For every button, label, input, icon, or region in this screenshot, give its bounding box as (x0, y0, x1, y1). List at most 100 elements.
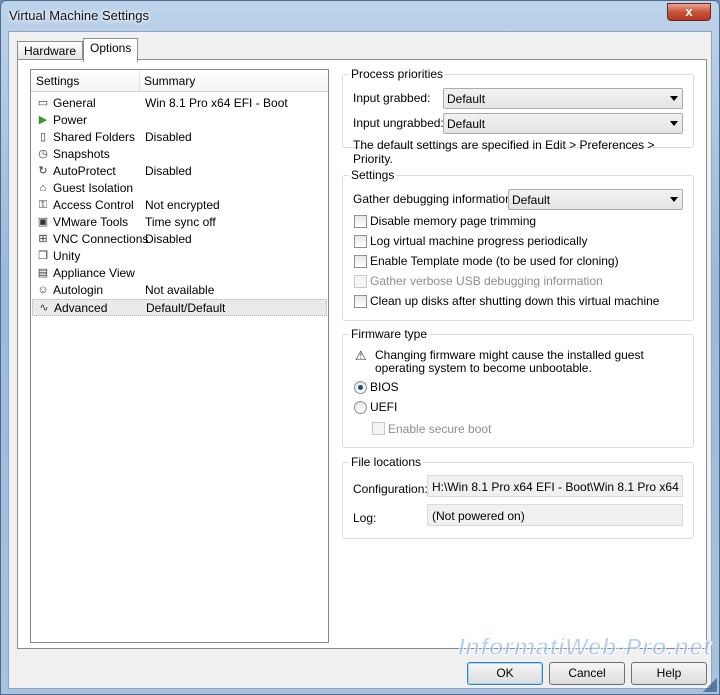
group-title: Firmware type (349, 327, 430, 341)
log-label: Log: (353, 511, 377, 525)
gather-debug-value: Default (512, 193, 551, 207)
settings-list-item-name: Unity (53, 249, 81, 263)
gather-debug-select[interactable]: Default (508, 189, 683, 210)
close-button[interactable]: x (667, 3, 711, 21)
settings-list-item-appliance-view[interactable]: ▤ Appliance View (32, 265, 327, 282)
group-title: Settings (349, 168, 397, 182)
uefi-label[interactable]: UEFI (370, 400, 397, 414)
tab-hardware[interactable]: Hardware (17, 41, 84, 61)
configuration-path-field[interactable]: H:\Win 8.1 Pro x64 EFI - Boot\Win 8.1 Pr… (427, 475, 683, 497)
file-locations-group: File locations Configuration: H:\Win 8.1… (342, 455, 694, 539)
debug-option-checkbox-1[interactable] (354, 235, 367, 248)
bios-label[interactable]: BIOS (370, 380, 399, 394)
settings-list-item-vmware-tools[interactable]: ▣ VMware Tools Time sync off (32, 214, 327, 231)
debug-settings-group: Settings Gather debugging information: D… (342, 168, 694, 321)
settings-list-item-summary: Default/Default (146, 301, 226, 315)
settings-list-item-autologin[interactable]: ☺ Autologin Not available (32, 282, 327, 299)
settings-list-item-advanced[interactable]: ∿ Advanced Default/Default (32, 299, 327, 316)
log-path-value: (Not powered on) (432, 509, 525, 523)
settings-list-item-name: Appliance View (53, 266, 135, 280)
debug-option-checkbox-4[interactable] (354, 295, 367, 308)
monitor-icon: ▭ (37, 97, 49, 109)
priority-note: The default settings are specified in Ed… (353, 138, 655, 166)
watermark-logo: InformatiWeb-Pro.net (458, 634, 712, 662)
settings-window: Virtual Machine Settings x Hardware Opti… (0, 0, 720, 695)
warning-icon: ⚠ (355, 348, 367, 363)
clock-arrow-icon: ↻ (38, 165, 48, 177)
firmware-warning-line2: operating system to become unbootable. (375, 361, 592, 375)
log-path-field[interactable]: (Not powered on) (427, 504, 683, 526)
settings-list[interactable]: Settings Summary ▭ General Win 8.1 Pro x64… (30, 69, 329, 643)
chevron-down-icon (670, 96, 678, 101)
debug-option-label-3: Gather verbose USB debugging information (370, 274, 603, 288)
settings-list-item-vnc-connections[interactable]: ⊞ VNC Connections Disabled (32, 231, 327, 248)
column-header-settings[interactable]: Settings (36, 74, 79, 88)
settings-list-item-name: Shared Folders (53, 130, 136, 144)
settings-list-item-guest-isolation[interactable]: ⌂ Guest Isolation (32, 180, 327, 197)
group-title: File locations (349, 455, 424, 469)
input-ungrabbed-value: Default (447, 117, 486, 131)
window-title: Virtual Machine Settings (9, 8, 149, 23)
windows-icon: ❐ (38, 250, 48, 262)
settings-list-item-name: Power (53, 113, 88, 127)
input-ungrabbed-select[interactable]: Default (443, 113, 683, 134)
debug-option-checkbox-0[interactable] (354, 215, 367, 228)
settings-list-item-shared-folders[interactable]: ▯ Shared Folders Disabled (32, 129, 327, 146)
chevron-down-icon (670, 121, 678, 126)
input-grabbed-select[interactable]: Default (443, 88, 683, 109)
debug-option-label-4[interactable]: Clean up disks after shutting down this … (370, 294, 659, 308)
key-icon: ⚿ (38, 199, 48, 211)
settings-list-item-name: VNC Connections (53, 232, 149, 246)
bios-radio[interactable] (354, 381, 367, 394)
column-divider[interactable] (139, 70, 140, 92)
debug-option-checkbox-2[interactable] (354, 255, 367, 268)
settings-list-item-snapshots[interactable]: ◷ Snapshots (32, 146, 327, 163)
input-grabbed-value: Default (447, 92, 486, 106)
cancel-button[interactable]: Cancel (549, 662, 625, 685)
column-header-summary[interactable]: Summary (144, 74, 195, 88)
list-header: Settings Summary (31, 70, 328, 92)
options-panel: Settings Summary ▭ General Win 8.1 Pro x64… (17, 59, 707, 649)
configuration-label: Configuration: (353, 482, 428, 496)
settings-list-item-access-control[interactable]: ⚿ Access Control Not encrypted (32, 197, 327, 214)
tab-options[interactable]: Options (83, 38, 139, 62)
debug-option-label-1[interactable]: Log virtual machine progress periodicall… (370, 234, 587, 248)
settings-list-item-power[interactable]: ▶ Power (32, 112, 327, 129)
debug-option-label-2[interactable]: Enable Template mode (to be used for clo… (370, 254, 619, 268)
process-priorities-group: Process priorities Input grabbed: Defaul… (342, 67, 694, 166)
gather-debug-label: Gather debugging information: (353, 192, 516, 206)
settings-list-item-summary: Disabled (145, 164, 192, 178)
input-grabbed-label: Input grabbed: (353, 91, 431, 105)
secure-boot-checkbox[interactable] (372, 422, 385, 435)
settings-list-item-general[interactable]: ▭ General Win 8.1 Pro x64 EFI - Boot (32, 95, 327, 112)
secure-boot-label: Enable secure boot (388, 422, 492, 436)
settings-list-item-summary: Not available (145, 283, 215, 297)
title-bar[interactable]: Virtual Machine Settings x (1, 1, 719, 31)
settings-list-item-name: VMware Tools (53, 215, 129, 229)
settings-list-item-summary: Disabled (145, 232, 192, 246)
help-button[interactable]: Help (631, 662, 707, 685)
settings-list-item-summary: Win 8.1 Pro x64 EFI - Boot (145, 96, 288, 110)
settings-list-item-name: AutoProtect (53, 164, 116, 178)
folder-icon: ▯ (39, 131, 47, 143)
settings-list-item-autoprotect[interactable]: ↻ AutoProtect Disabled (32, 163, 327, 180)
group-title: Process priorities (349, 67, 446, 81)
settings-list-item-name: Access Control (53, 198, 134, 212)
firmware-group: Firmware type ⚠ Changing firmware might … (342, 327, 694, 448)
resize-grip-icon[interactable] (703, 678, 717, 692)
debug-option-checkbox-3[interactable] (354, 275, 367, 288)
vm-icon: ▣ (37, 216, 49, 228)
lock-icon: ⌂ (39, 182, 47, 194)
uefi-radio[interactable] (354, 401, 367, 414)
debug-option-label-0[interactable]: Disable memory page trimming (370, 214, 536, 228)
clock-icon: ◷ (38, 148, 48, 160)
firmware-warning-line1: Changing firmware might cause the instal… (375, 348, 644, 362)
settings-list-item-summary: Time sync off (145, 215, 216, 229)
settings-list-item-unity[interactable]: ❐ Unity (32, 248, 327, 265)
settings-list-item-summary: Not encrypted (145, 198, 220, 212)
settings-list-item-name: Guest Isolation (53, 181, 134, 195)
ok-button[interactable]: OK (467, 662, 543, 685)
settings-list-item-name: Autologin (53, 283, 104, 297)
dialog-body: Hardware Options Settings Summary ▭ Gener… (8, 31, 712, 689)
user-icon: ☺ (37, 284, 49, 296)
